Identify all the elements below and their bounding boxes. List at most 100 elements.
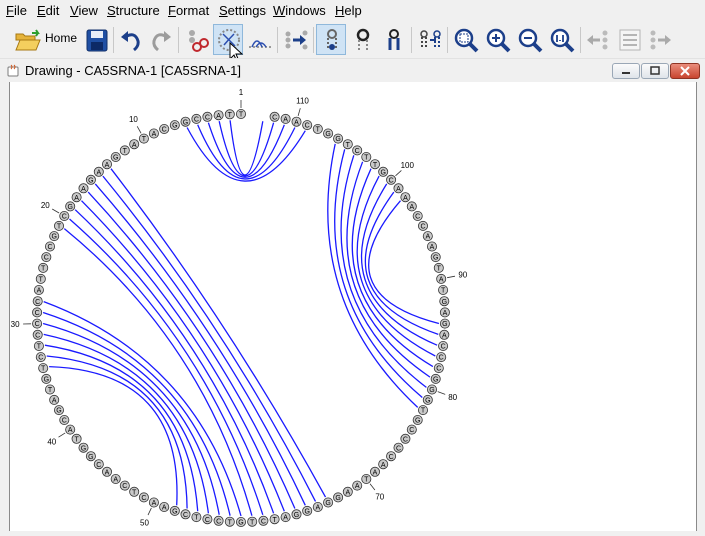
nucleotide[interactable]: C [270,112,279,121]
nucleotide[interactable]: G [50,232,59,241]
nucleotide[interactable]: T [362,474,371,483]
nucleotide[interactable]: T [72,434,81,443]
menu-settings[interactable]: Settings [219,3,266,18]
nucleotide[interactable]: T [120,146,129,155]
nucleotide[interactable]: A [440,330,449,339]
nucleotide[interactable]: A [50,395,59,404]
nucleotide[interactable]: C [33,308,42,317]
nucleotide[interactable]: C [181,510,190,519]
nucleotide[interactable]: T [343,140,352,149]
nucleotide[interactable]: C [353,146,362,155]
nucleotide[interactable]: A [130,140,139,149]
undo-button[interactable] [116,24,144,55]
close-button[interactable] [670,63,700,79]
nucleotide[interactable]: C [94,460,103,469]
nucleotide[interactable]: C [203,515,212,524]
menu-view[interactable]: View [70,3,98,18]
nucleotide[interactable]: A [94,167,103,176]
nucleotide[interactable]: G [324,498,333,507]
nucleotide[interactable]: A [313,502,322,511]
nucleotide[interactable]: A [102,160,111,169]
nucleotide[interactable]: G [170,506,179,515]
nucleotide[interactable]: A [281,513,290,522]
menu-file[interactable]: File [6,3,27,18]
shift-right-button[interactable] [645,24,675,55]
nucleotide[interactable]: G [86,452,95,461]
nucleotide[interactable]: T [362,152,371,161]
nucleotide[interactable]: C [401,434,410,443]
nucleotide[interactable]: C [60,415,69,424]
nucleotide[interactable]: G [413,415,422,424]
radiate-layout-button[interactable] [182,24,212,55]
nucleotide[interactable]: T [225,110,234,119]
zoom-fit-button[interactable] [450,24,481,55]
highlight-helix-button[interactable] [316,24,346,55]
nucleotide[interactable]: A [394,184,403,193]
nucleotide[interactable]: T [418,406,427,415]
nucleotide[interactable]: C [259,516,268,525]
nucleotide[interactable]: C [387,175,396,184]
zoom-out-button[interactable] [514,24,545,55]
nucleotide[interactable]: T [39,263,48,272]
flat-exterior-button[interactable] [280,24,310,55]
nucleotide[interactable]: A [343,487,352,496]
nucleotide[interactable]: C [434,364,443,373]
menu-format[interactable]: Format [168,3,209,18]
nucleotide[interactable]: C [139,493,148,502]
list-view-button[interactable] [614,24,644,55]
nucleotide[interactable]: G [324,129,333,138]
nucleotide[interactable]: T [192,513,201,522]
menu-help[interactable]: Help [335,3,362,18]
nucleotide[interactable]: A [423,232,432,241]
nucleotide[interactable]: T [45,385,54,394]
nucleotide[interactable]: A [437,274,446,283]
nucleotide[interactable]: G [334,493,343,502]
nucleotide[interactable]: C [160,124,169,133]
nucleotide[interactable]: A [72,193,81,202]
nucleotide[interactable]: G [86,175,95,184]
nucleotide[interactable]: A [379,460,388,469]
minimize-button[interactable] [612,63,640,79]
save-button[interactable] [82,24,110,55]
nucleotide[interactable]: A [353,481,362,490]
nucleotide[interactable]: A [370,467,379,476]
nucleotide[interactable]: C [60,211,69,220]
nucleotide[interactable]: C [387,452,396,461]
nucleotide[interactable]: C [203,112,212,121]
nucleotide[interactable]: A [149,498,158,507]
nucleotide[interactable]: G [66,202,75,211]
nucleotide[interactable]: C [303,121,312,130]
nucleotide[interactable]: A [102,467,111,476]
nucleotide[interactable]: T [370,160,379,169]
redo-button[interactable] [146,24,174,55]
nucleotide[interactable]: G [79,443,88,452]
nucleotide[interactable]: C [45,242,54,251]
nucleotide[interactable]: C [214,516,223,525]
nucleotide[interactable]: T [39,364,48,373]
nucleotide[interactable]: G [423,395,432,404]
nucleotide[interactable]: A [281,114,290,123]
nucleotide[interactable]: C [437,353,446,362]
zoom-reset-button[interactable] [546,24,577,55]
highlight-loop-button[interactable] [347,24,377,55]
nucleotide[interactable]: G [334,134,343,143]
nucleotide[interactable]: T [236,109,245,118]
nucleotide[interactable]: C [33,330,42,339]
nucleotide[interactable]: A [111,474,120,483]
nucleotide[interactable]: C [192,114,201,123]
nucleotide[interactable]: C [413,211,422,220]
nucleotide[interactable]: G [431,253,440,262]
nucleotide[interactable]: A [401,193,410,202]
menu-edit[interactable]: Edit [37,3,59,18]
select-bases-button[interactable] [414,24,444,55]
nucleotide[interactable]: G [292,510,301,519]
nucleotide[interactable]: C [33,319,42,328]
nucleotide[interactable]: A [160,502,169,511]
nucleotide[interactable]: G [440,319,449,328]
nucleotide[interactable]: T [439,285,448,294]
nucleotide[interactable]: G [170,121,179,130]
nucleotide[interactable]: T [54,221,63,230]
nucleotide[interactable]: A [407,202,416,211]
nucleotide[interactable]: T [130,487,139,496]
nucleotide[interactable]: C [394,443,403,452]
